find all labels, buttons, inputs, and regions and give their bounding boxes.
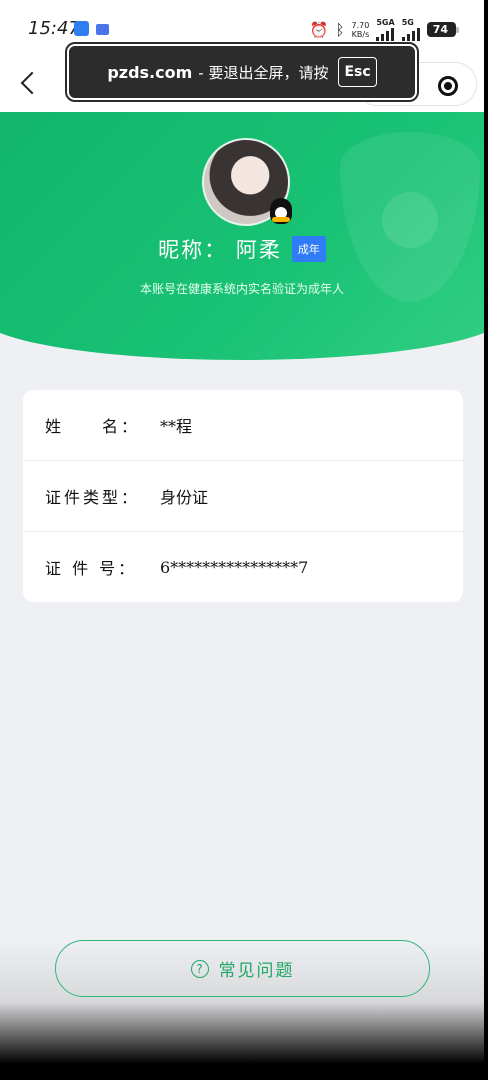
status-right: ⏰ ᛒ 7.70 KB/s 5GA 5G 74 <box>309 18 460 41</box>
id-number-value: 6****************7 <box>160 557 309 577</box>
id-number-row: 证 件 号： 6****************7 <box>23 532 463 602</box>
signal-bars-icon <box>401 27 420 41</box>
identity-card: 姓 名： **程 证件类型： 身份证 证 件 号： 6*************… <box>23 390 463 602</box>
nickname-row: 昵称： 阿柔 成年 <box>0 234 484 264</box>
qq-penguin-icon <box>270 198 292 224</box>
faq-button[interactable]: ? 常见问题 <box>55 940 430 997</box>
video-app-icon <box>74 21 89 36</box>
bottom-bar <box>0 1064 488 1080</box>
net-speed-unit: KB/s <box>351 29 370 39</box>
id-type-label: 证件类型： <box>45 488 141 507</box>
battery-icon: 74 <box>426 22 460 37</box>
question-icon: ? <box>190 959 209 978</box>
signal-sim1: 5GA <box>376 18 395 41</box>
id-type-value: 身份证 <box>160 488 209 507</box>
fullscreen-toast: pzds.com - 要退出全屏，请按 Esc <box>65 42 419 102</box>
toast-domain: pzds.com <box>107 62 193 82</box>
name-value: **程 <box>160 417 193 436</box>
close-target-icon[interactable] <box>438 76 458 96</box>
verification-description: 本账号在健康系统内实名验证为成年人 <box>139 282 344 296</box>
name-label: 姓 名： <box>45 417 141 436</box>
net-speed-value: 7.70 <box>351 20 370 30</box>
status-time: 15:47 <box>28 18 80 39</box>
signal-sim2: 5G <box>401 18 420 41</box>
id-number-label: 证 件 号： <box>45 559 138 578</box>
network-speed: 7.70 KB/s <box>352 21 370 39</box>
id-type-row: 证件类型： 身份证 <box>23 461 463 532</box>
sim1-label: 5GA <box>376 18 395 27</box>
adult-badge: 成年 <box>291 236 326 262</box>
alarm-icon: ⏰ <box>309 20 329 39</box>
shield-icon <box>340 132 480 302</box>
faq-label: 常见问题 <box>218 961 295 981</box>
esc-key: Esc <box>338 57 377 87</box>
toast-message: - 要退出全屏，请按 <box>198 63 329 82</box>
sim2-label: 5G <box>401 18 414 27</box>
bluetooth-icon: ᛒ <box>335 20 345 39</box>
signal-bars-icon <box>376 27 395 41</box>
app-frame: 15:47 ⏰ ᛒ 7.70 KB/s 5GA 5G 74 pzds.com -… <box>0 0 488 1064</box>
back-arrow-icon[interactable] <box>14 68 44 98</box>
message-app-icon <box>96 24 109 35</box>
name-row: 姓 名： **程 <box>23 390 463 461</box>
nickname: 昵称： 阿柔 <box>158 238 282 262</box>
